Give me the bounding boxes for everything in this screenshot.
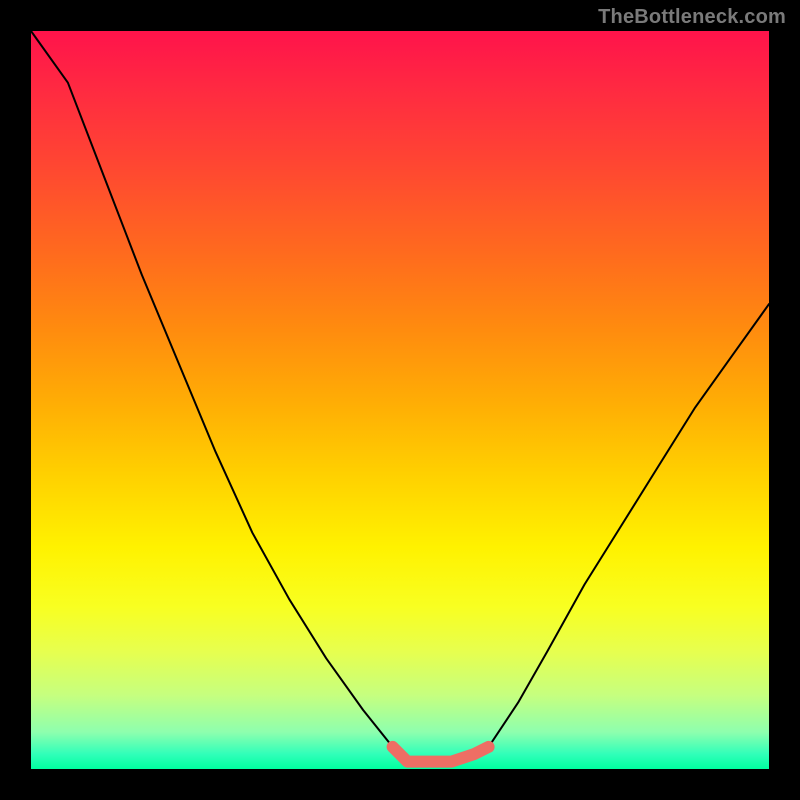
watermark-text: TheBottleneck.com — [598, 6, 786, 29]
curve-layer — [31, 31, 769, 769]
chart-frame: TheBottleneck.com — [0, 0, 800, 800]
plot-area — [31, 31, 769, 769]
bottleneck-curve — [31, 31, 769, 762]
accent-segment — [393, 747, 489, 762]
